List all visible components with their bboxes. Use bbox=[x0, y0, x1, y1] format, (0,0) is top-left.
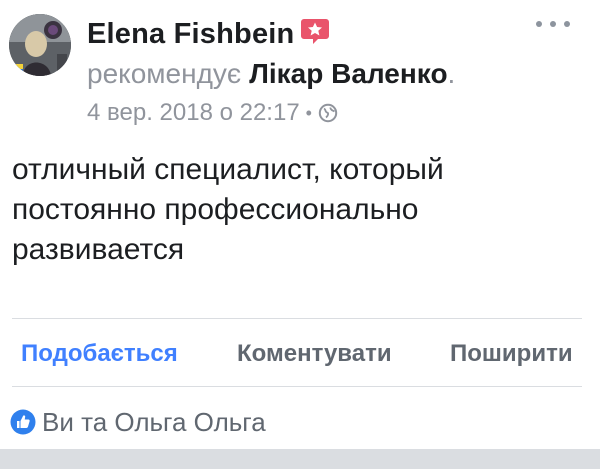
reactions-text: Ви та Ольга Ольга bbox=[42, 406, 266, 437]
avatar-image bbox=[9, 14, 71, 76]
reactions-summary[interactable]: Ви та Ольга Ольга bbox=[10, 402, 266, 442]
more-dot bbox=[564, 21, 570, 27]
recommendation-star-icon bbox=[300, 16, 330, 46]
divider bbox=[12, 318, 582, 319]
author-avatar[interactable] bbox=[9, 14, 71, 76]
author-name[interactable]: Elena Fishbein bbox=[87, 18, 294, 51]
recommendation-period: . bbox=[447, 58, 456, 89]
recommended-page-link[interactable]: Лікар Валенко bbox=[249, 58, 447, 90]
like-reaction-icon bbox=[10, 409, 36, 435]
post-meta: 4 вер. 2018 о 22:17 • bbox=[87, 96, 338, 130]
recommendation-line: рекомендує Лікар Валенко . bbox=[87, 54, 455, 94]
globe-icon bbox=[318, 103, 338, 123]
recommendation-verb: рекомендує bbox=[87, 58, 242, 89]
more-dot bbox=[550, 21, 556, 27]
more-options-icon[interactable] bbox=[536, 10, 570, 38]
post-timestamp[interactable]: 4 вер. 2018 о 22:17 bbox=[87, 99, 300, 127]
comment-button[interactable]: Коментувати bbox=[237, 323, 392, 385]
post-actions: Подобається Коментувати Поширити bbox=[0, 323, 600, 385]
share-button[interactable]: Поширити bbox=[450, 323, 573, 385]
more-dot bbox=[536, 21, 542, 27]
post-text: отличный специалист, который постоянно п… bbox=[12, 153, 444, 266]
divider bbox=[12, 386, 582, 387]
bottom-separator-band bbox=[0, 449, 600, 469]
meta-separator: • bbox=[305, 102, 312, 123]
post-card: Elena Fishbein рекомендує Лікар Валенко … bbox=[0, 0, 600, 469]
like-button[interactable]: Подобається bbox=[21, 323, 178, 385]
author-line: Elena Fishbein bbox=[87, 14, 330, 54]
